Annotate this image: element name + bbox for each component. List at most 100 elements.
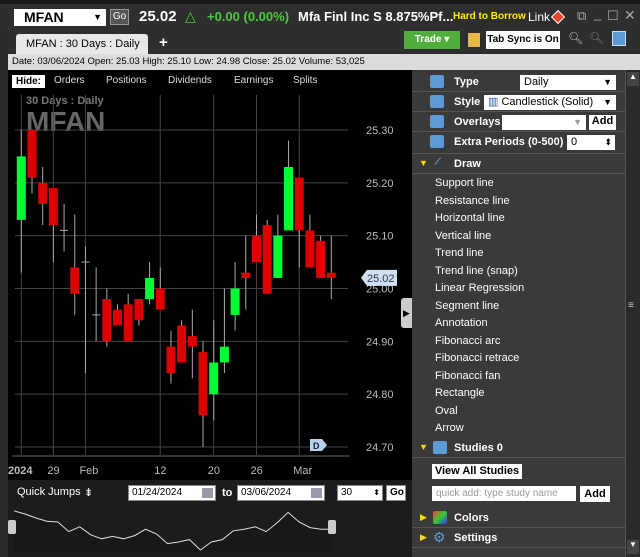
quick-add-study-input[interactable]: quick add: type study name (432, 486, 576, 501)
draw-item[interactable]: Resistance line (435, 195, 510, 207)
envelope-icon (430, 135, 444, 148)
candle[interactable] (123, 293, 133, 342)
draw-item[interactable]: Arrow (435, 422, 464, 434)
panel-scrollbar[interactable]: ▲ ≡ ▼ (625, 70, 640, 557)
candle[interactable] (284, 140, 294, 231)
settings-section-header[interactable]: ▶ ⚙ Settings (412, 528, 625, 548)
studies-section-header[interactable]: ▼ Studies 0 (412, 438, 625, 458)
quick-jumps-chevron-icon[interactable]: ⇟ (84, 486, 93, 499)
candle[interactable] (219, 288, 229, 374)
candle[interactable] (209, 320, 219, 421)
candle[interactable] (326, 235, 336, 300)
draw-item[interactable]: Fibonacci fan (435, 370, 500, 382)
candlestick-icon: ▥ (488, 96, 499, 108)
candle-body (145, 277, 155, 300)
scrollbar-thumb[interactable]: ≡ (628, 300, 638, 314)
range-go-button[interactable]: Go (386, 485, 406, 501)
x-tick-label: Feb (79, 465, 98, 477)
y-tick-label: 24.70 (366, 442, 394, 454)
candle[interactable] (70, 214, 80, 315)
candle[interactable] (305, 214, 315, 268)
type-select[interactable]: Daily ▼ (520, 75, 616, 90)
navigator-right-handle[interactable] (328, 520, 336, 534)
end-date-input[interactable]: 03/06/2024 (237, 485, 325, 501)
start-date-input[interactable]: 01/24/2024 (128, 485, 216, 501)
scroll-down-icon[interactable]: ▼ (627, 540, 639, 554)
candle[interactable] (16, 130, 26, 273)
colors-section-header[interactable]: ▶ Colors (412, 508, 625, 528)
candle[interactable] (198, 341, 208, 447)
type-row: Type Daily ▼ (412, 72, 625, 92)
view-all-studies-button[interactable]: View All Studies (432, 464, 522, 479)
candle[interactable] (273, 214, 283, 278)
draw-item[interactable]: Trend line (435, 247, 484, 259)
candle[interactable] (241, 235, 251, 310)
candle-body (38, 182, 48, 204)
candle[interactable] (177, 320, 187, 363)
navigator-left-handle[interactable] (8, 520, 16, 534)
style-select[interactable]: ▥ Candlestick (Solid) ▼ (484, 95, 616, 110)
candle-body (262, 225, 272, 294)
navigator-overview[interactable] (14, 506, 332, 553)
draw-item[interactable]: Segment line (435, 300, 499, 312)
minimize-icon[interactable]: _ (594, 6, 601, 21)
marker-label: D (313, 441, 320, 451)
extra-periods-stepper[interactable]: 0 ⬍ (567, 135, 615, 150)
candle[interactable] (38, 166, 48, 226)
add-study-button[interactable]: Add (580, 486, 610, 502)
zoom-out-icon[interactable]: 🔍︎ (589, 31, 604, 45)
candle[interactable] (230, 262, 240, 331)
draw-item[interactable]: Rectangle (435, 387, 485, 399)
candle[interactable] (113, 304, 123, 326)
link-label[interactable]: Link (528, 10, 550, 24)
draw-item[interactable]: Support line (435, 177, 494, 189)
candle[interactable] (102, 288, 112, 347)
periods-stepper[interactable]: 30 ⬍ (337, 485, 383, 501)
draw-item[interactable]: Linear Regression (435, 282, 524, 294)
candle[interactable] (294, 177, 304, 268)
maximize-icon[interactable]: ☐ (607, 8, 619, 24)
candle[interactable] (262, 219, 272, 294)
collapsed-triangle-icon: ▶ (420, 532, 427, 542)
candle[interactable] (251, 214, 261, 263)
popout-icon[interactable]: ⧉ (577, 8, 586, 24)
collapsed-triangle-icon: ▶ (420, 512, 427, 522)
candle[interactable] (48, 188, 58, 263)
draw-section-header[interactable]: ▼ 𝓁 Draw (412, 154, 625, 174)
draw-item[interactable]: Trend line (snap) (435, 265, 518, 277)
draw-item[interactable]: Horizontal line (435, 212, 505, 224)
candle[interactable] (81, 246, 90, 374)
candle[interactable] (316, 235, 326, 278)
candle[interactable] (92, 267, 101, 342)
candle[interactable] (187, 309, 197, 379)
save-icon[interactable] (612, 31, 626, 46)
draw-item[interactable]: Annotation (435, 317, 488, 329)
overlays-add-button[interactable]: Add (589, 115, 616, 130)
scroll-up-icon[interactable]: ▲ (627, 72, 639, 86)
quick-jumps[interactable]: Quick Jumps (17, 486, 81, 498)
candle[interactable] (145, 262, 155, 305)
candle[interactable] (27, 130, 37, 194)
note-icon[interactable] (468, 33, 480, 47)
candle-body (251, 235, 261, 263)
draw-item[interactable]: Vertical line (435, 230, 491, 242)
candle[interactable] (134, 299, 144, 326)
candle[interactable] (155, 267, 165, 310)
collapse-panel-handle[interactable]: ▶ (401, 298, 412, 328)
candlestick-chart[interactable]: 25.3025.2025.1025.0024.9024.8024.702024 2… (0, 0, 412, 480)
stepper-arrows-icon[interactable]: ⬍ (373, 486, 380, 500)
zoom-in-icon[interactable]: 🔍︎ (568, 31, 583, 45)
candle[interactable] (166, 330, 176, 384)
draw-item[interactable]: Oval (435, 405, 458, 417)
close-icon[interactable]: ✕ (624, 7, 636, 24)
draw-item[interactable]: Fibonacci arc (435, 335, 500, 347)
calendar-icon[interactable] (311, 488, 322, 498)
candle[interactable] (60, 203, 69, 252)
trade-button[interactable]: Trade ▾ (404, 31, 460, 49)
draw-item[interactable]: Fibonacci retrace (435, 352, 519, 364)
y-tick-label: 25.20 (366, 178, 394, 190)
overlays-select[interactable]: ▼ (502, 115, 586, 130)
hard-to-borrow-badge: Hard to Borrow (453, 11, 526, 22)
tab-sync-button[interactable]: Tab Sync is On (486, 31, 560, 49)
calendar-icon[interactable] (202, 488, 213, 498)
